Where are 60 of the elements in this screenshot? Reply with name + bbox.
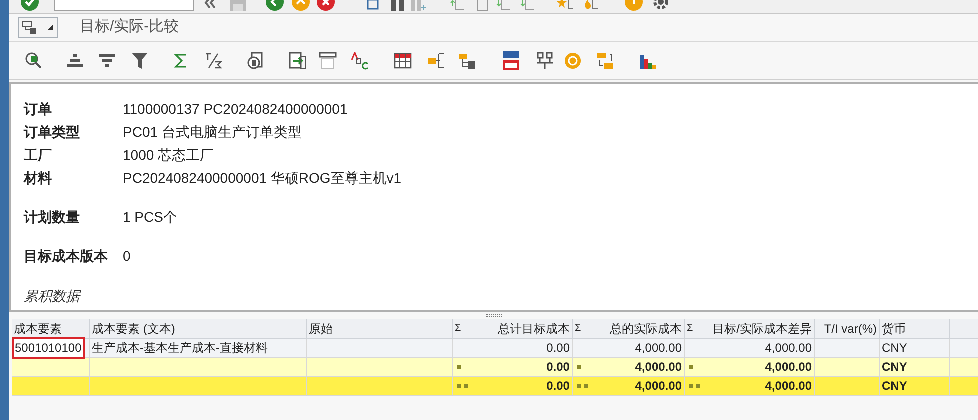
splitter-handle[interactable]	[486, 314, 502, 317]
double-chevron-icon[interactable]	[204, 0, 216, 10]
sort-descending-icon[interactable]	[98, 54, 116, 68]
network-icon[interactable]	[536, 52, 554, 70]
column-header[interactable]: 原始	[309, 320, 333, 338]
sum-mark: Σ	[575, 322, 582, 336]
section-label: 累积数据	[24, 287, 82, 306]
field-label: 订单	[24, 100, 53, 119]
field-label: 材料	[24, 169, 53, 188]
table-cell-text: 0.00	[546, 378, 570, 395]
column-header[interactable]: 总的实际成本	[610, 320, 682, 338]
command-field[interactable]	[54, 0, 194, 11]
field-value: 1 PCS个	[123, 208, 178, 227]
subtotal-icon[interactable]	[204, 52, 222, 70]
column-header[interactable]: 目标/实际成本差异	[712, 320, 812, 338]
column-header[interactable]: 成本要素 (文本)	[92, 320, 176, 338]
field-value: 0	[123, 247, 131, 266]
screen-icon	[22, 20, 38, 34]
caret-icon	[48, 25, 53, 30]
table-cell-text: 4,000.00	[635, 340, 682, 357]
swap-icon[interactable]	[596, 52, 614, 70]
field-value: 1000 芯态工厂	[123, 146, 214, 165]
table-icon[interactable]	[394, 52, 412, 68]
field-label: 工厂	[24, 146, 53, 165]
documents-icon[interactable]	[247, 52, 265, 70]
field-label: 目标成本版本	[24, 247, 109, 266]
filter-icon[interactable]	[131, 52, 149, 70]
table-cell-text: 4,000.00	[765, 359, 812, 376]
layout-icon[interactable]	[319, 52, 337, 70]
table-cell-text: 0.00	[546, 340, 570, 357]
table-cell-text: 生产成本-基本生产成本-直接材料	[92, 340, 268, 357]
menu-dropdown[interactable]	[18, 17, 58, 38]
table-cell-text: CNY	[882, 359, 908, 376]
screen-title: 目标/实际-比较	[80, 17, 180, 38]
table-cell-text: CNY	[882, 340, 908, 357]
spelling-icon[interactable]	[351, 52, 369, 70]
sum-mark: Σ	[455, 322, 462, 336]
table-cell-text: 4,000.00	[635, 359, 682, 376]
star-icon[interactable]	[557, 0, 573, 11]
tree-icon[interactable]	[458, 52, 476, 70]
field-value: 1100000137 PC2024082400000001	[123, 100, 348, 119]
field-value: PC2024082400000001 华硕ROG至尊主机v1	[123, 169, 402, 188]
field-label: 计划数量	[24, 208, 81, 227]
hierarchy-icon[interactable]	[427, 52, 445, 70]
field-label: 订单类型	[24, 123, 81, 142]
field-value: PC01 台式电脑生产订单类型	[123, 123, 302, 142]
table-cell-text: 4,000.00	[765, 340, 812, 357]
export-icon[interactable]	[289, 52, 307, 70]
table-cell-text: CNY	[882, 378, 908, 395]
table-cell-text: 0.00	[546, 359, 570, 376]
column-header[interactable]: 货币	[882, 320, 906, 338]
sort-ascending-icon[interactable]	[66, 54, 84, 68]
sum-mark: Σ	[687, 322, 694, 336]
column-header[interactable]: 成本要素	[14, 320, 62, 338]
table-cell-text: 4,000.00	[635, 378, 682, 395]
table-cell[interactable]: 5001010100	[12, 337, 85, 359]
column-header[interactable]: T/I var(%)	[824, 320, 877, 338]
table-cell-text: 4,000.00	[765, 378, 812, 395]
column-header[interactable]: 总计目标成本	[498, 320, 570, 338]
details-icon[interactable]	[25, 52, 43, 70]
